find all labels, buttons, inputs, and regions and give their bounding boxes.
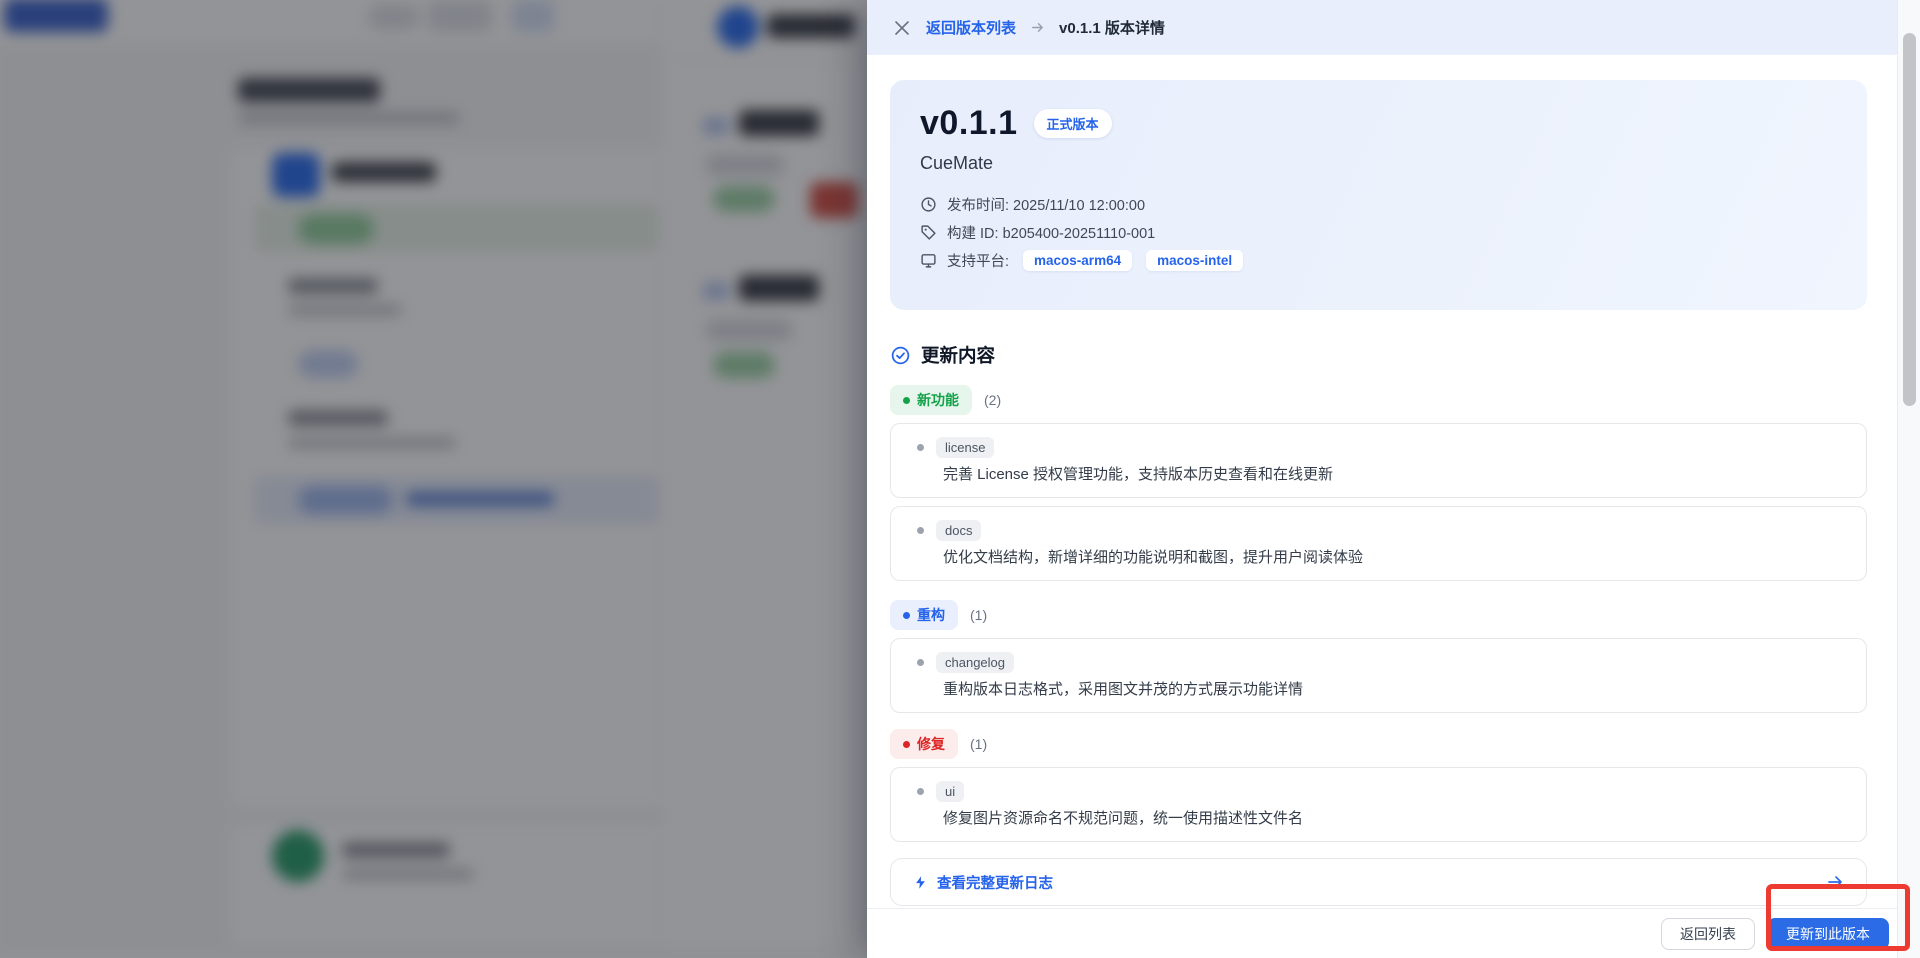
update-to-version-button[interactable]: 更新到此版本 (1767, 918, 1889, 950)
group-features: 新功能 (2) (890, 385, 1867, 415)
platform-badge-arm64: macos-arm64 (1023, 250, 1132, 271)
view-full-changelog-link[interactable]: 查看完整更新日志 (913, 872, 1053, 893)
dimmed-overlay[interactable] (0, 0, 869, 958)
check-circle-icon (890, 345, 911, 366)
full-changelog-card: 查看完整更新日志 (890, 858, 1867, 906)
monitor-icon (920, 252, 937, 269)
release-type-badge: 正式版本 (1034, 109, 1112, 138)
bullet-icon (917, 659, 924, 666)
platforms-label: 支持平台: (947, 250, 1009, 271)
change-item-docs: docs 优化文档结构，新增详细的功能说明和截图，提升用户阅读体验 (890, 506, 1867, 581)
bullet-icon (917, 444, 924, 451)
release-time-text: 发布时间: 2025/11/10 12:00:00 (947, 194, 1145, 215)
item-tag: ui (936, 781, 964, 802)
version-detail-drawer: 返回版本列表 v0.1.1 版本详情 v0.1.1 正式版本 CueMate 发… (867, 0, 1920, 958)
scrollbar-track[interactable] (1897, 0, 1920, 958)
tag-icon (920, 224, 937, 241)
fix-group-label: 修复 (917, 734, 945, 754)
changelog-arrow-icon[interactable] (1826, 873, 1844, 891)
drawer-header: 返回版本列表 v0.1.1 版本详情 (867, 0, 1897, 55)
bullet-icon (917, 527, 924, 534)
release-time-row: 发布时间: 2025/11/10 12:00:00 (920, 190, 1837, 218)
close-icon[interactable] (892, 18, 912, 38)
item-description: 优化文档结构，新增详细的功能说明和截图，提升用户阅读体验 (911, 546, 1846, 567)
green-dot-icon (903, 397, 910, 404)
feature-group-count: (2) (984, 392, 1001, 408)
build-id-text: 构建 ID: b205400-20251110-001 (947, 222, 1155, 243)
view-full-changelog-label: 查看完整更新日志 (937, 872, 1053, 893)
refactor-group-count: (1) (970, 607, 987, 623)
item-tag: license (936, 437, 994, 458)
red-dot-icon (903, 741, 910, 748)
clock-icon (920, 196, 937, 213)
drawer-footer: 返回列表 更新到此版本 (867, 908, 1897, 958)
back-to-version-list-link[interactable]: 返回版本列表 (926, 17, 1016, 38)
update-content-title: 更新内容 (921, 342, 995, 368)
feature-group-pill: 新功能 (890, 385, 972, 415)
update-content-heading: 更新内容 (890, 342, 1867, 368)
lightning-icon (913, 875, 928, 890)
blue-dot-icon (903, 612, 910, 619)
version-number: v0.1.1 (920, 104, 1018, 143)
platform-badge-intel: macos-intel (1146, 250, 1243, 271)
fix-group-pill: 修复 (890, 729, 958, 759)
scrollbar-thumb[interactable] (1903, 33, 1916, 406)
item-tag: changelog (936, 652, 1014, 673)
change-item-ui: ui 修复图片资源命名不规范问题，统一使用描述性文件名 (890, 767, 1867, 842)
drawer-body: v0.1.1 正式版本 CueMate 发布时间: 2025/11/10 12:… (867, 55, 1897, 908)
item-tag: docs (936, 520, 981, 541)
refactor-group-pill: 重构 (890, 600, 958, 630)
change-item-changelog: changelog 重构版本日志格式，采用图文并茂的方式展示功能详情 (890, 638, 1867, 713)
back-to-list-button[interactable]: 返回列表 (1661, 918, 1755, 950)
item-description: 完善 License 授权管理功能，支持版本历史查看和在线更新 (911, 463, 1846, 484)
item-description: 重构版本日志格式，采用图文并茂的方式展示功能详情 (911, 678, 1846, 699)
screen: 返回版本列表 v0.1.1 版本详情 v0.1.1 正式版本 CueMate 发… (0, 0, 1920, 958)
drawer-title: v0.1.1 版本详情 (1059, 17, 1165, 38)
item-description: 修复图片资源命名不规范问题，统一使用描述性文件名 (911, 807, 1846, 828)
platforms-row: 支持平台: macos-arm64 macos-intel (920, 246, 1837, 274)
fix-group-count: (1) (970, 736, 987, 752)
group-fixes: 修复 (1) (890, 729, 1867, 759)
breadcrumb-arrow-icon (1030, 20, 1045, 35)
bullet-icon (917, 788, 924, 795)
group-refactor: 重构 (1) (890, 600, 1867, 630)
build-id-row: 构建 ID: b205400-20251110-001 (920, 218, 1837, 246)
change-item-license: license 完善 License 授权管理功能，支持版本历史查看和在线更新 (890, 423, 1867, 498)
version-meta: 发布时间: 2025/11/10 12:00:00 构建 ID: b205400… (920, 190, 1837, 274)
version-summary-card: v0.1.1 正式版本 CueMate 发布时间: 2025/11/10 12:… (890, 80, 1867, 310)
app-name: CueMate (920, 153, 1837, 174)
feature-group-label: 新功能 (917, 390, 959, 410)
refactor-group-label: 重构 (917, 605, 945, 625)
